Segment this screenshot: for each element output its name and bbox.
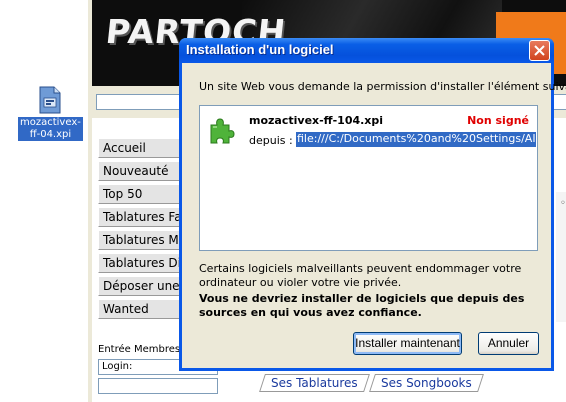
tab-songbooks-label: Ses Songbooks — [381, 376, 472, 390]
from-label: depuis : — [249, 134, 293, 147]
dialog-titlebar[interactable]: Installation d'un logiciel — [179, 38, 554, 63]
close-button[interactable] — [529, 40, 550, 61]
profile-tabs: Ses Tablatures Ses Songbooks — [259, 374, 484, 394]
tab-songbooks[interactable]: Ses Songbooks — [369, 374, 484, 392]
item-name: mozactivex-ff-104.xpi — [249, 114, 384, 127]
close-x-icon — [534, 45, 545, 56]
dialog-title: Installation d'un logiciel — [186, 42, 334, 57]
dialog-body: Un site Web vous demande la permission d… — [182, 63, 566, 371]
trust-warning: Vous ne devriez installer de logiciels q… — [199, 292, 525, 319]
install-dialog: Installation d'un logiciel Un site Web v… — [179, 38, 566, 371]
signature-status: Non signé — [467, 114, 529, 127]
puzzle-piece-icon — [210, 118, 235, 144]
right-strip-glyph: ◦ — [560, 198, 566, 209]
password-field[interactable] — [98, 378, 218, 394]
desktop: mozactivex-ff-04.xpi — [0, 0, 84, 402]
warning-text: Certains logiciels malveillants peuvent … — [199, 262, 522, 289]
xpi-file-icon — [39, 86, 61, 114]
install-now-button[interactable]: Installer maintenant — [353, 332, 462, 355]
desktop-file[interactable]: mozactivex-ff-04.xpi — [18, 86, 83, 141]
source-url[interactable]: file:///C:/Documents%20and%20Settings/AI… — [296, 132, 536, 147]
cancel-button[interactable]: Annuler — [478, 332, 539, 355]
tab-tablatures[interactable]: Ses Tablatures — [259, 374, 370, 392]
install-item-list[interactable]: mozactivex-ff-104.xpi Non signé depuis :… — [199, 105, 538, 251]
intro-text: Un site Web vous demande la permission d… — [199, 80, 566, 93]
desktop-file-label: mozactivex-ff-04.xpi — [18, 117, 83, 141]
right-side-strip: ◦ — [556, 192, 566, 322]
tab-tablatures-label: Ses Tablatures — [271, 376, 358, 390]
